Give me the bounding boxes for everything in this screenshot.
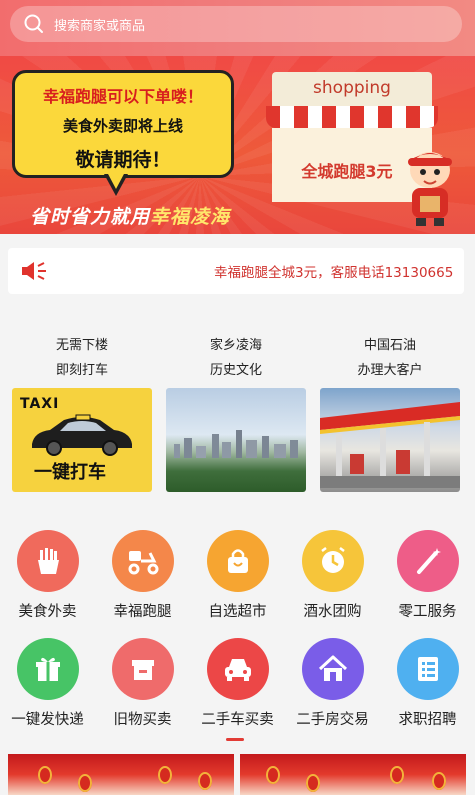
search-bar[interactable]: 搜索商家或商品 xyxy=(10,6,462,42)
taxi-word: TAXI xyxy=(20,396,60,412)
lantern-icon xyxy=(432,772,446,790)
service-errand[interactable]: 幸福跑腿 xyxy=(95,530,190,621)
search-icon xyxy=(24,14,43,33)
top-header: 搜索商家或商品 xyxy=(0,0,475,56)
city-photo xyxy=(166,388,306,492)
service-label: 二手车买卖 xyxy=(201,712,274,728)
lantern-icon xyxy=(78,774,92,792)
service-label: 一键发快递 xyxy=(11,712,84,728)
service-label: 旧物买卖 xyxy=(113,712,172,728)
lantern-icon xyxy=(38,766,52,784)
car-icon xyxy=(206,638,269,700)
service-group-buy[interactable]: 酒水团购 xyxy=(285,530,380,621)
taxi-car-icon xyxy=(32,414,132,456)
bubble-line-3: 敬请期待！ xyxy=(75,149,171,171)
service-used-car[interactable]: 二手车买卖 xyxy=(190,638,285,729)
announcement-bar[interactable]: 幸福跑腿全城3元，客服电话13130665 xyxy=(8,248,464,294)
slogan-prefix: 省时省力就用 xyxy=(30,206,151,228)
card-hometown[interactable]: 家乡凌海 历史文化 xyxy=(166,334,306,492)
search-placeholder: 搜索商家或商品 xyxy=(54,18,146,34)
bubble-tail-fill xyxy=(107,172,125,189)
gas-station-photo xyxy=(320,388,460,492)
shopping-bag-icon xyxy=(206,530,269,592)
speech-bubble: 幸福跑腿可以下单喽！ 美食外卖即将上线 敬请期待！ xyxy=(12,70,234,178)
shop-sign: shopping xyxy=(272,72,432,106)
bottom-banner-right[interactable] xyxy=(240,754,466,795)
service-label: 零工服务 xyxy=(398,604,457,620)
service-label: 美食外卖 xyxy=(18,604,77,620)
card-subtitle: 历史文化 xyxy=(209,363,262,378)
banner-slogan: 省时省力就用幸福凌海 xyxy=(30,202,230,229)
lantern-icon xyxy=(158,766,172,784)
service-second-hand[interactable]: 旧物买卖 xyxy=(95,638,190,729)
gift-box-icon xyxy=(16,638,79,700)
fries-icon xyxy=(16,530,79,592)
service-used-house[interactable]: 二手房交易 xyxy=(285,638,380,729)
taxi-label: 一键打车 xyxy=(34,462,106,483)
lantern-icon xyxy=(266,766,280,784)
service-express[interactable]: 一键发快递 xyxy=(0,638,95,729)
card-subtitle: 办理大客户 xyxy=(357,363,423,378)
service-jobs[interactable]: 求职招聘 xyxy=(380,638,475,729)
magic-wand-icon xyxy=(396,530,459,592)
resume-icon xyxy=(396,638,459,700)
service-odd-jobs[interactable]: 零工服务 xyxy=(380,530,475,621)
taxi-image: TAXI 一键打车 xyxy=(12,388,152,492)
bubble-line-1: 幸福跑腿可以下单喽！ xyxy=(42,87,203,106)
lantern-icon xyxy=(306,774,320,792)
card-title: 中国石油 xyxy=(363,338,416,353)
gas-station-icon xyxy=(320,402,460,488)
bubble-line-2: 美食外卖即将上线 xyxy=(62,117,183,135)
box-icon xyxy=(111,638,174,700)
speaker-icon xyxy=(22,262,46,280)
bottom-banner-left[interactable] xyxy=(8,754,234,795)
service-label: 酒水团购 xyxy=(303,604,362,620)
clock-icon xyxy=(301,530,364,592)
service-label: 幸福跑腿 xyxy=(113,604,172,620)
shop-awning xyxy=(266,106,438,128)
service-label: 求职招聘 xyxy=(398,712,457,728)
card-petrochina[interactable]: 中国石油 办理大客户 xyxy=(320,334,460,492)
scooter-icon xyxy=(111,530,174,592)
city-skyline-icon xyxy=(174,430,298,458)
courier-mascot-icon xyxy=(408,152,452,226)
service-label: 自选超市 xyxy=(208,604,267,620)
slogan-brand: 幸福凌海 xyxy=(150,206,231,228)
service-label: 二手房交易 xyxy=(296,712,369,728)
lantern-icon xyxy=(390,766,404,784)
card-title: 无需下楼 xyxy=(55,338,108,353)
page-indicator xyxy=(226,738,244,741)
announcement-text: 幸福跑腿全城3元，客服电话13130665 xyxy=(214,265,454,281)
service-food-delivery[interactable]: 美食外卖 xyxy=(0,530,95,621)
service-supermarket[interactable]: 自选超市 xyxy=(190,530,285,621)
lantern-icon xyxy=(198,772,212,790)
card-subtitle: 即刻打车 xyxy=(55,363,108,378)
promo-banner[interactable]: 幸福跑腿可以下单喽！ 美食外卖即将上线 敬请期待！ 省时省力就用幸福凌海 sho… xyxy=(0,56,475,234)
card-taxi[interactable]: 无需下楼 即刻打车 TAXI 一键打车 xyxy=(12,334,152,492)
card-title: 家乡凌海 xyxy=(209,338,262,353)
house-icon xyxy=(301,638,364,700)
